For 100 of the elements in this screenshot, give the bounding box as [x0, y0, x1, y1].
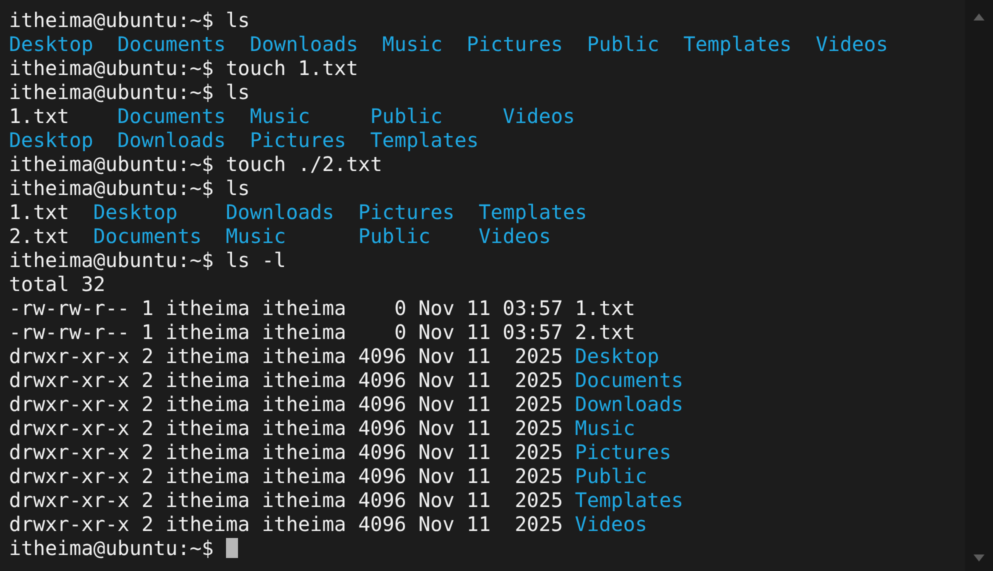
total-text: total 32	[9, 272, 106, 296]
permissions-text: drwxr-xr-x	[9, 464, 130, 488]
directory-name: Public	[358, 224, 432, 248]
directory-name: Videos	[478, 224, 552, 248]
directory-name: Documents	[117, 104, 226, 128]
link-count: 2	[141, 416, 154, 440]
time-text: 2025	[514, 512, 563, 536]
file-size: 4096	[358, 488, 406, 512]
permissions-text: drwxr-xr-x	[9, 488, 130, 512]
directory-name: Music	[574, 416, 636, 440]
directory-name: Documents	[117, 32, 226, 56]
owner-text: itheima	[166, 488, 250, 512]
owner-text: itheima	[166, 296, 250, 320]
file-name: 2.txt	[9, 224, 70, 248]
day-text: 11	[466, 368, 491, 392]
day-text: 11	[466, 344, 491, 368]
group-text: itheima	[262, 512, 346, 536]
link-count: 2	[141, 512, 154, 536]
link-count: 1	[141, 320, 154, 344]
link-count: 2	[141, 464, 154, 488]
time-text: 2025	[514, 392, 563, 416]
month-text: Nov	[418, 344, 455, 368]
directory-name: Pictures	[250, 128, 346, 152]
prompt-text: itheima@ubuntu:~$	[9, 152, 214, 176]
directory-name: Pictures	[466, 32, 563, 56]
permissions-text: -rw-rw-r--	[9, 296, 130, 320]
permissions-text: drwxr-xr-x	[9, 344, 130, 368]
permissions-text: drwxr-xr-x	[9, 512, 130, 536]
day-text: 11	[466, 512, 491, 536]
group-text: itheima	[262, 344, 346, 368]
directory-name: Desktop	[574, 344, 660, 368]
permissions-text: drwxr-xr-x	[9, 368, 130, 392]
prompt-text: itheima@ubuntu:~$	[9, 56, 214, 80]
directory-name: Desktop	[9, 32, 94, 56]
directory-name: Documents	[93, 224, 202, 248]
command-text: touch ./2.txt	[226, 152, 382, 176]
link-count: 2	[141, 392, 154, 416]
time-text: 2025	[514, 440, 563, 464]
link-count: 2	[141, 368, 154, 392]
day-text: 11	[466, 416, 491, 440]
file-size: 0	[393, 296, 406, 320]
month-text: Nov	[418, 296, 455, 320]
permissions-text: -rw-rw-r--	[9, 320, 130, 344]
directory-name: Templates	[683, 32, 792, 56]
owner-text: itheima	[166, 368, 250, 392]
permissions-text: drwxr-xr-x	[9, 440, 130, 464]
month-text: Nov	[418, 392, 455, 416]
file-size: 4096	[358, 368, 406, 392]
time-text: 03:57	[502, 296, 563, 320]
directory-name: Downloads	[250, 32, 358, 56]
file-size: 4096	[358, 416, 406, 440]
time-text: 2025	[514, 368, 563, 392]
directory-name: Music	[226, 224, 287, 248]
owner-text: itheima	[166, 344, 250, 368]
file-size: 4096	[358, 512, 406, 536]
time-text: 2025	[514, 488, 563, 512]
file-size: 4096	[358, 344, 406, 368]
month-text: Nov	[418, 440, 455, 464]
directory-name: Public	[370, 104, 444, 128]
owner-text: itheima	[166, 392, 250, 416]
directory-name: Videos	[574, 512, 648, 536]
directory-name: Public	[574, 464, 648, 488]
command-text: touch 1.txt	[226, 56, 358, 80]
day-text: 11	[466, 392, 491, 416]
day-text: 11	[466, 320, 491, 344]
directory-name: Desktop	[93, 200, 179, 224]
command-text: ls	[226, 80, 250, 104]
scroll-down-icon[interactable]	[973, 554, 985, 562]
prompt-text: itheima@ubuntu:~$	[9, 8, 214, 32]
group-text: itheima	[262, 488, 346, 512]
prompt-text: itheima@ubuntu:~$	[9, 248, 214, 272]
month-text: Nov	[418, 512, 455, 536]
scroll-up-icon[interactable]	[973, 13, 985, 21]
link-count: 2	[141, 440, 154, 464]
directory-name: Desktop	[9, 128, 94, 152]
day-text: 11	[466, 440, 491, 464]
directory-name: Downloads	[117, 128, 226, 152]
directory-name: Videos	[502, 104, 575, 128]
permissions-text: drwxr-xr-x	[9, 392, 130, 416]
prompt-text: itheima@ubuntu:~$	[9, 176, 214, 200]
time-text: 2025	[514, 464, 563, 488]
command-text: ls	[226, 176, 250, 200]
directory-name: Downloads	[574, 392, 684, 416]
day-text: 11	[466, 296, 491, 320]
group-text: itheima	[262, 440, 346, 464]
permissions-text: drwxr-xr-x	[9, 416, 130, 440]
day-text: 11	[466, 488, 491, 512]
month-text: Nov	[418, 464, 455, 488]
link-count: 2	[141, 488, 154, 512]
directory-name: Documents	[574, 368, 684, 392]
prompt-text: itheima@ubuntu:~$	[9, 80, 214, 104]
file-name: 1.txt	[574, 296, 636, 320]
owner-text: itheima	[166, 440, 250, 464]
directory-name: Downloads	[226, 200, 334, 224]
file-size: 0	[393, 320, 406, 344]
directory-name: Templates	[370, 128, 479, 152]
scrollbar[interactable]	[965, 0, 993, 571]
group-text: itheima	[262, 392, 346, 416]
day-text: 11	[466, 464, 491, 488]
directory-name: Templates	[574, 488, 684, 512]
